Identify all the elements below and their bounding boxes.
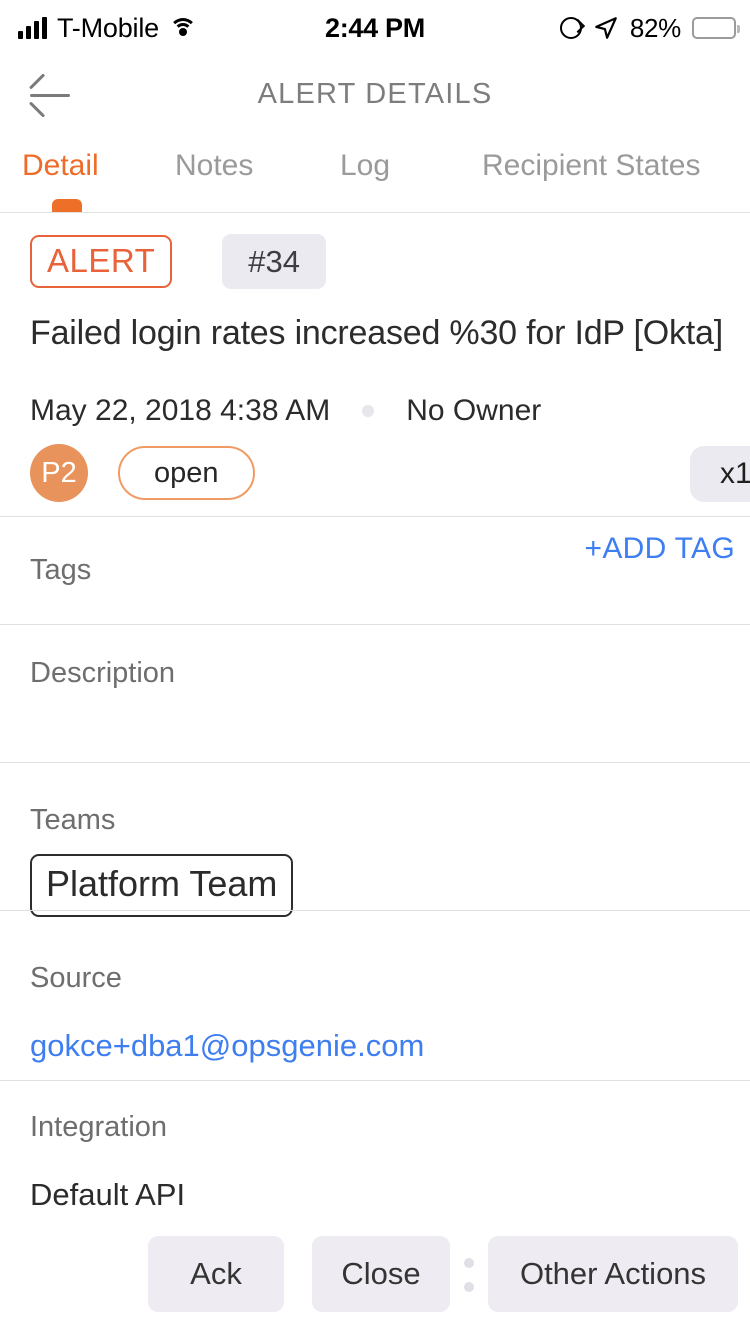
- ack-button[interactable]: Ack: [148, 1236, 284, 1312]
- source-value[interactable]: gokce+dba1@opsgenie.com: [30, 1028, 424, 1064]
- alert-meta-row: May 22, 2018 4:38 AM No Owner: [30, 394, 541, 428]
- tab-detail[interactable]: Detail: [22, 149, 99, 183]
- more-options-icon: [464, 1258, 474, 1292]
- alert-status-row: P2 open x1: [30, 444, 750, 514]
- priority-badge: P2: [30, 444, 88, 502]
- location-arrow-icon: [595, 17, 617, 39]
- other-actions-button[interactable]: Other Actions: [488, 1236, 738, 1312]
- status-bar-right: 82%: [559, 12, 740, 44]
- detail-content: ALERT #34 Failed login rates increased %…: [0, 214, 750, 1334]
- status-badge[interactable]: open: [118, 446, 255, 500]
- tab-notes[interactable]: Notes: [175, 149, 253, 183]
- meta-separator-dot: [362, 405, 375, 417]
- alert-created-date: May 22, 2018 4:38 AM: [30, 394, 331, 427]
- page-title: ALERT DETAILS: [257, 78, 493, 110]
- divider-above-description: [0, 624, 750, 625]
- alert-id-chip: #34: [222, 234, 327, 289]
- tab-recipient-states[interactable]: Recipient States: [482, 149, 700, 183]
- team-chip[interactable]: Platform Team: [30, 854, 294, 917]
- action-bar: Ack Close Other Actions: [0, 1236, 750, 1312]
- alert-count-chip: x1: [690, 446, 750, 502]
- integration-label: Integration: [30, 1111, 168, 1143]
- description-label: Description: [30, 657, 176, 689]
- battery-percent-label: 82%: [629, 12, 681, 43]
- divider-above-teams: [0, 762, 750, 763]
- alert-title: Failed login rates increased %30 for IdP…: [30, 314, 724, 352]
- alert-badge-row: ALERT #34: [30, 234, 327, 289]
- alert-details-screen: T-Mobile 2:44 PM 82% ALERT DETAILS Detai…: [0, 0, 750, 1334]
- divider-above-source: [0, 910, 750, 911]
- battery-icon: [692, 17, 740, 39]
- add-tag-button[interactable]: +ADD TAG: [585, 532, 736, 566]
- source-label: Source: [30, 962, 122, 994]
- divider-above-tags: [0, 516, 750, 517]
- active-tab-indicator: [52, 199, 82, 212]
- close-button[interactable]: Close: [312, 1236, 450, 1312]
- tab-log[interactable]: Log: [340, 149, 390, 183]
- status-bar: T-Mobile 2:44 PM 82%: [0, 0, 750, 56]
- alert-owner: No Owner: [406, 394, 542, 427]
- teams-label: Teams: [30, 804, 116, 836]
- rotation-lock-icon: [559, 17, 582, 39]
- tags-label: Tags: [30, 554, 92, 586]
- nav-bar: ALERT DETAILS: [0, 56, 750, 133]
- integration-value: Default API: [30, 1177, 186, 1212]
- tab-bar: Detail Notes Log Recipient States: [0, 133, 750, 213]
- divider-above-integration: [0, 1080, 750, 1081]
- alert-type-badge: ALERT: [30, 235, 173, 288]
